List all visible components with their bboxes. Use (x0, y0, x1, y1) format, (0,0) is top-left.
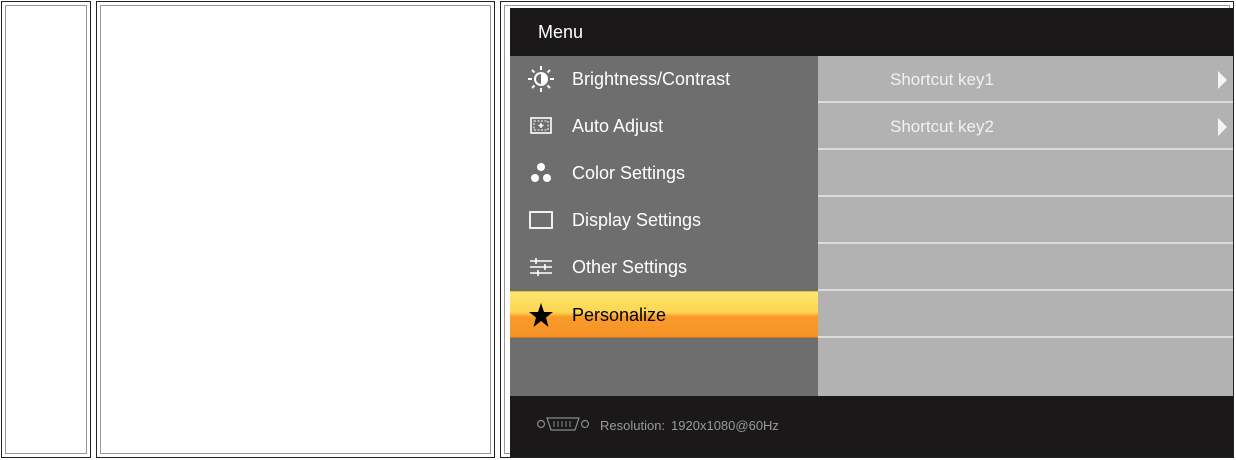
menu-item-personalize[interactable]: Personalize (510, 291, 818, 338)
submenu-panel: Shortcut key1 Shortcut key2 (818, 56, 1233, 396)
resolution-readout: Resolution: 1920x1080@60Hz (600, 418, 785, 433)
resolution-value: 1920x1080@60Hz (671, 418, 779, 433)
menu-item-color-settings[interactable]: Color Settings (510, 150, 818, 197)
vga-connector-icon (536, 417, 590, 431)
chevron-right-icon (1218, 118, 1227, 136)
auto-adjust-icon (530, 117, 552, 134)
submenu-empty-row (818, 291, 1233, 338)
frame-cell-left-inner (5, 5, 87, 454)
menu-item-label: Auto Adjust (572, 116, 664, 136)
menu-item-other-settings[interactable]: Other Settings (510, 244, 818, 291)
main-menu: Brightness/Contrast Auto Adjust Color Se… (510, 56, 818, 396)
star-icon (529, 303, 553, 327)
frame-cell-middle-inner (100, 5, 491, 454)
menu-item-auto-adjust[interactable]: Auto Adjust (510, 103, 818, 150)
menu-item-label: Display Settings (572, 210, 702, 230)
submenu-empty-row (818, 338, 1233, 385)
osd-header: Menu (510, 8, 1233, 55)
menu-item-label: Other Settings (572, 257, 688, 277)
osd-title: Menu (538, 22, 584, 42)
display-settings-icon (529, 211, 553, 229)
osd-menu: Menu Brightness/Contrast Auto Adjust Col… (510, 8, 1233, 457)
submenu-item-shortcut-key1[interactable]: Shortcut key1 (818, 56, 1233, 103)
menu-item-label: Color Settings (572, 163, 686, 183)
chevron-right-icon (1218, 71, 1227, 89)
frame-cell-middle (96, 1, 495, 458)
submenu-item-label: Shortcut key1 (890, 70, 994, 89)
submenu-empty-row (818, 150, 1233, 197)
menu-item-display-settings[interactable]: Display Settings (510, 197, 818, 244)
submenu-item-shortcut-key2[interactable]: Shortcut key2 (818, 103, 1233, 150)
color-settings-icon (531, 163, 551, 182)
osd-footer: Resolution: 1920x1080@60Hz (510, 396, 1233, 457)
submenu-item-label: Shortcut key2 (890, 117, 994, 136)
submenu-empty-row (818, 197, 1233, 244)
frame-cell-left (1, 1, 91, 458)
menu-item-brightness-contrast[interactable]: Brightness/Contrast (510, 56, 818, 103)
menu-item-label: Personalize (572, 305, 667, 325)
resolution-label: Resolution: (600, 418, 666, 433)
brightness-icon (528, 66, 554, 92)
submenu-empty-row (818, 244, 1233, 291)
menu-item-label: Brightness/Contrast (572, 69, 731, 89)
other-settings-icon (530, 258, 552, 276)
